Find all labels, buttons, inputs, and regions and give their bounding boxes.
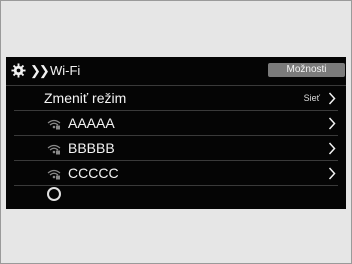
chevron-right-icon (328, 142, 336, 155)
page-title: Wi-Fi (50, 63, 81, 78)
wifi-lock-icon (47, 144, 61, 155)
change-mode-row[interactable]: Zmeniť režim Sieť (14, 86, 338, 111)
chevron-right-icon (328, 167, 336, 180)
mode-value: Sieť (303, 93, 320, 103)
network-ssid: AAAAA (68, 115, 115, 131)
wifi-screen: ❯❯ Wi-Fi Možnosti Zmeniť režim Sieť AAAA… (6, 57, 346, 209)
network-row[interactable]: BBBBB (14, 136, 338, 161)
chevron-right-icon (328, 117, 336, 130)
network-ssid: CCCCC (68, 165, 119, 181)
wifi-lock-icon (47, 119, 61, 130)
wifi-lock-icon (47, 169, 61, 180)
header-bar: ❯❯ Wi-Fi Možnosti (6, 57, 346, 86)
gear-icon[interactable] (11, 63, 26, 78)
options-button[interactable]: Možnosti (268, 63, 345, 77)
network-row[interactable]: CCCCC (14, 161, 338, 186)
double-chevron-right-icon: ❯❯ (30, 63, 50, 78)
network-ssid: BBBBB (68, 140, 115, 156)
change-mode-label: Zmeniť režim (44, 90, 127, 106)
chevron-right-icon (328, 92, 336, 105)
network-row[interactable]: AAAAA (14, 111, 338, 136)
spinner-icon (47, 187, 61, 201)
